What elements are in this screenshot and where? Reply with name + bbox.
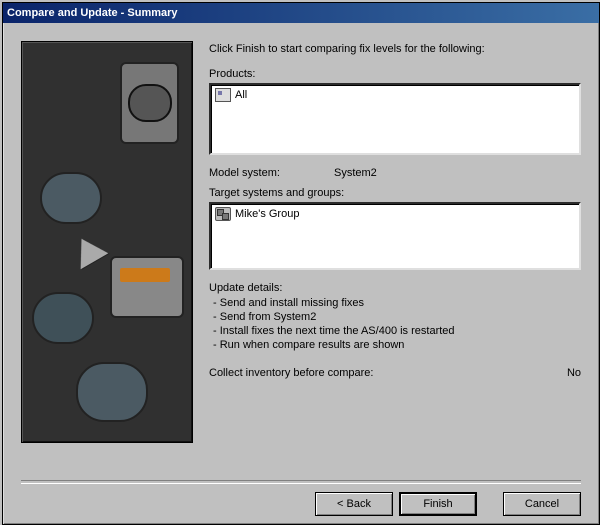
detail-line: Send from System2 <box>213 311 581 323</box>
group-icon <box>215 207 231 221</box>
detail-line: Send and install missing fixes <box>213 297 581 309</box>
button-bar: < Back Finish Cancel <box>3 484 599 524</box>
wizard-window: Compare and Update - Summary Click Finis… <box>2 2 600 525</box>
model-system-label: Model system: <box>209 167 334 179</box>
targets-heading: Target systems and groups: <box>209 187 581 199</box>
details-heading: Update details: <box>209 282 581 294</box>
back-button[interactable]: < Back <box>315 492 393 516</box>
products-listbox[interactable]: All <box>209 83 581 155</box>
products-heading: Products: <box>209 68 581 80</box>
target-item-label: Mike's Group <box>235 208 299 220</box>
model-system-row: Model system: System2 <box>209 167 581 179</box>
target-item[interactable]: Mike's Group <box>215 207 575 221</box>
finish-button[interactable]: Finish <box>399 492 477 516</box>
model-system-value: System2 <box>334 167 377 179</box>
intro-text: Click Finish to start comparing fix leve… <box>209 43 581 55</box>
server-icon <box>215 88 231 102</box>
detail-line: Run when compare results are shown <box>213 339 581 351</box>
detail-line: Install fixes the next time the AS/400 i… <box>213 325 581 337</box>
title-bar: Compare and Update - Summary <box>3 3 599 23</box>
inventory-value: No <box>541 367 581 379</box>
wizard-illustration <box>21 41 193 443</box>
product-item-label: All <box>235 89 247 101</box>
cancel-button[interactable]: Cancel <box>503 492 581 516</box>
inventory-label: Collect inventory before compare: <box>209 367 541 379</box>
inventory-row: Collect inventory before compare: No <box>209 367 581 379</box>
content-area: Click Finish to start comparing fix leve… <box>3 23 599 474</box>
summary-form: Click Finish to start comparing fix leve… <box>193 33 581 470</box>
window-title: Compare and Update - Summary <box>7 7 178 19</box>
targets-listbox[interactable]: Mike's Group <box>209 202 581 270</box>
update-details: Update details: Send and install missing… <box>209 280 581 361</box>
product-item[interactable]: All <box>215 88 575 102</box>
